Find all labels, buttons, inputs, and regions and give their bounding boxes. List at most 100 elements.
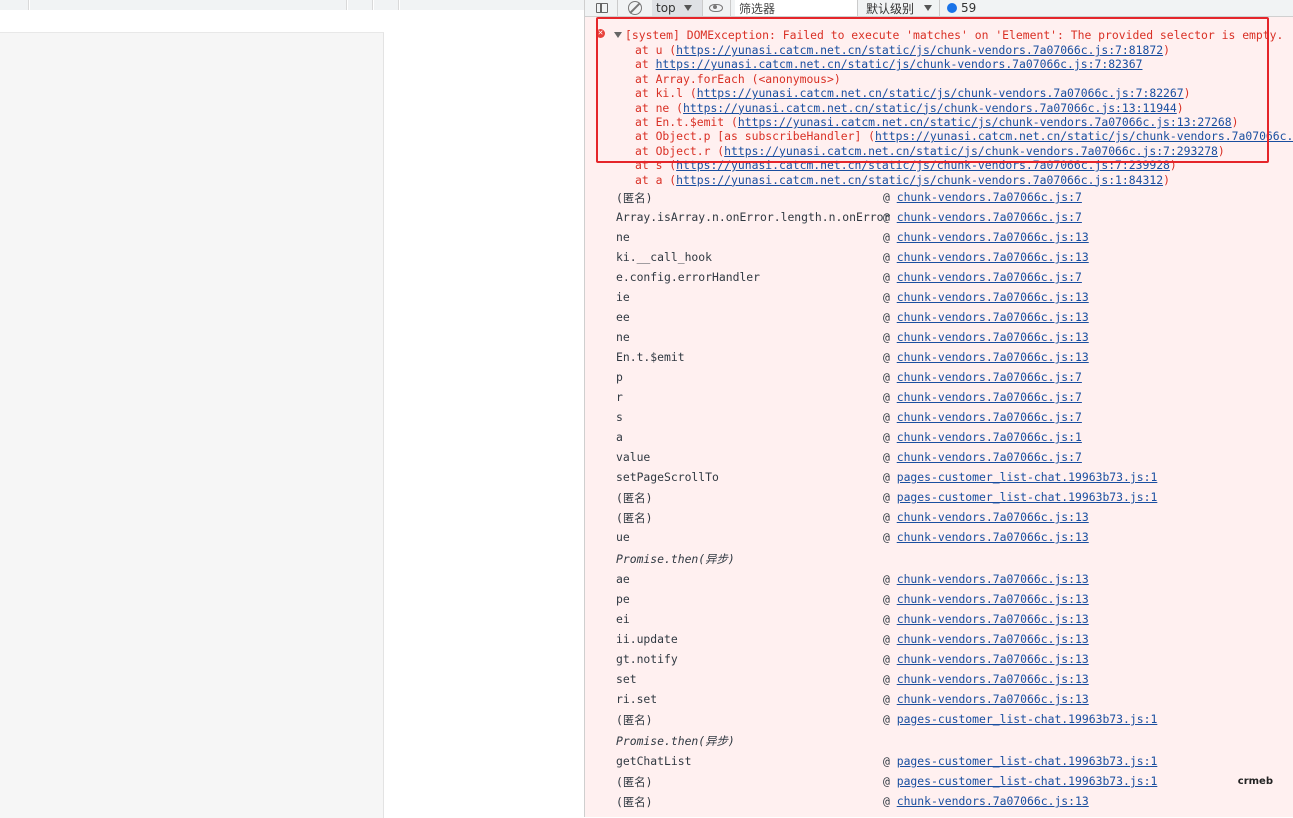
trace-function: at Object.p [as subscribeHandler] ( [635,129,876,144]
log-levels-dropdown[interactable]: 默认级别 [866,0,933,16]
at-symbol: @ [883,330,897,344]
stack-function-name: r [616,390,623,404]
trace-function: at Array.forEach (<anonymous>) [635,71,841,86]
trace-function: at En.t.$emit ( [635,115,738,129]
stack-source-link[interactable]: chunk-vendors.7a07066c.js:13 [897,632,1089,646]
trace-source-link[interactable]: https://yunasi.catcm.net.cn/static/js/ch… [676,173,1163,187]
trace-suffix: ) [1231,115,1239,129]
stack-source-link[interactable]: chunk-vendors.7a07066c.js:13 [897,290,1089,304]
filter-placeholder: 筛选器 [739,1,776,16]
chevron-down-icon [924,5,933,11]
stack-source-link[interactable]: chunk-vendors.7a07066c.js:7 [897,370,1082,384]
at-symbol: @ [883,190,897,204]
stack-function-name: a [616,430,623,444]
stack-location: @ pages-customer_list-chat.19963b73.js:1 [883,712,1157,726]
stack-function-name: s [616,410,623,424]
trace-source-link[interactable]: https://yunasi.catcm.net.cn/static/js/ch… [738,115,1232,129]
stack-source-link[interactable]: chunk-vendors.7a07066c.js:7 [897,270,1082,284]
page-tab[interactable] [0,0,29,10]
stack-source-link[interactable]: chunk-vendors.7a07066c.js:7 [897,390,1082,404]
stack-source-link[interactable]: pages-customer_list-chat.19963b73.js:1 [897,712,1158,726]
stack-source-link[interactable]: chunk-vendors.7a07066c.js:13 [897,350,1089,364]
filter-input[interactable]: 筛选器 [735,0,857,16]
stack-location: @ pages-customer_list-chat.19963b73.js:1 [883,754,1157,768]
stack-source-link[interactable]: chunk-vendors.7a07066c.js:13 [897,692,1089,706]
sidebar-icon [596,3,608,13]
at-symbol: @ [883,450,897,464]
stack-source-link[interactable]: chunk-vendors.7a07066c.js:13 [897,794,1089,808]
at-symbol: @ [883,712,897,726]
stack-source-link[interactable]: chunk-vendors.7a07066c.js:7 [897,450,1082,464]
stack-location: @ chunk-vendors.7a07066c.js:13 [883,250,1089,264]
page-preview [0,0,585,818]
stack-source-link[interactable]: chunk-vendors.7a07066c.js:13 [897,652,1089,666]
trace-source-link[interactable]: https://yunasi.catcm.net.cn/static/js/ch… [875,129,1293,143]
trace-source-link[interactable]: https://yunasi.catcm.net.cn/static/js/ch… [676,43,1163,57]
at-symbol: @ [883,774,897,788]
stack-source-link[interactable]: chunk-vendors.7a07066c.js:13 [897,612,1089,626]
at-symbol: @ [883,672,897,686]
stack-function-name: ri.set [616,692,658,706]
stack-source-link[interactable]: pages-customer_list-chat.19963b73.js:1 [897,470,1158,484]
trace-suffix: ) [1163,43,1170,57]
clear-icon [628,1,642,15]
stack-source-link[interactable]: chunk-vendors.7a07066c.js:13 [897,330,1089,344]
trace-source-link[interactable]: https://yunasi.catcm.net.cn/static/js/ch… [676,158,1170,172]
devtools-console: top 筛选器 默认级别 59 ✕ [system] DOMException:… [585,0,1293,817]
at-symbol: @ [883,270,897,284]
at-symbol: @ [883,692,897,706]
stack-location: @ chunk-vendors.7a07066c.js:13 [883,290,1089,304]
expand-triangle-icon[interactable] [614,32,622,38]
issues-count: 59 [961,1,977,15]
trace-line: at En.t.$emit (https://yunasi.catcm.net.… [635,115,1239,129]
stack-source-link[interactable]: chunk-vendors.7a07066c.js:1 [897,430,1082,444]
stack-source-link[interactable]: chunk-vendors.7a07066c.js:13 [897,572,1089,586]
live-expression-button[interactable] [709,0,723,16]
at-symbol: @ [883,430,897,444]
issues-counter[interactable]: 59 [947,0,976,16]
stack-function-name: ne [616,230,630,244]
at-symbol: @ [883,250,897,264]
at-symbol: @ [883,210,897,224]
toggle-sidebar-button[interactable] [596,0,608,16]
toolbar-divider [939,0,940,16]
page-tab[interactable] [30,0,347,10]
stack-source-link[interactable]: chunk-vendors.7a07066c.js:7 [897,410,1082,424]
stack-source-link[interactable]: chunk-vendors.7a07066c.js:13 [897,510,1089,524]
stack-source-link[interactable]: chunk-vendors.7a07066c.js:13 [897,310,1089,324]
toolbar-divider [857,0,858,16]
page-tab[interactable] [374,0,399,10]
stack-source-link[interactable]: pages-customer_list-chat.19963b73.js:1 [897,490,1158,504]
stack-function-name: value [616,450,651,464]
stack-source-link[interactable]: pages-customer_list-chat.19963b73.js:1 [897,774,1158,788]
stack-source-link[interactable]: chunk-vendors.7a07066c.js:7 [897,190,1082,204]
stack-source-link[interactable]: chunk-vendors.7a07066c.js:13 [897,592,1089,606]
trace-source-link[interactable]: https://yunasi.catcm.net.cn/static/js/ch… [656,57,1143,71]
page-tab[interactable] [400,0,585,10]
stack-location: @ chunk-vendors.7a07066c.js:7 [883,390,1082,404]
stack-source-link[interactable]: chunk-vendors.7a07066c.js:7 [897,210,1082,224]
at-symbol: @ [883,290,897,304]
at-symbol: @ [883,370,897,384]
context-selector[interactable]: top [652,0,702,16]
stack-location: @ chunk-vendors.7a07066c.js:13 [883,530,1089,544]
trace-line: at Array.forEach (<anonymous>) [635,72,841,86]
stack-source-link[interactable]: chunk-vendors.7a07066c.js:13 [897,530,1089,544]
at-symbol: @ [883,490,897,504]
at-symbol: @ [883,572,897,586]
stack-location: @ chunk-vendors.7a07066c.js:13 [883,794,1089,808]
page-tab[interactable] [348,0,373,10]
stack-source-link[interactable]: pages-customer_list-chat.19963b73.js:1 [897,754,1158,768]
stack-location: @ chunk-vendors.7a07066c.js:13 [883,612,1089,626]
clear-console-button[interactable] [628,0,642,16]
trace-source-link[interactable]: https://yunasi.catcm.net.cn/static/js/ch… [683,101,1177,115]
trace-source-link[interactable]: https://yunasi.catcm.net.cn/static/js/ch… [697,86,1184,100]
watermark-logo: crmeb [1237,776,1273,787]
stack-location: @ chunk-vendors.7a07066c.js:13 [883,592,1089,606]
stack-source-link[interactable]: chunk-vendors.7a07066c.js:13 [897,230,1089,244]
trace-source-link[interactable]: https://yunasi.catcm.net.cn/static/js/ch… [724,144,1218,158]
stack-source-link[interactable]: chunk-vendors.7a07066c.js:13 [897,250,1089,264]
at-symbol: @ [883,390,897,404]
stack-function-name: ue [616,530,630,544]
stack-source-link[interactable]: chunk-vendors.7a07066c.js:13 [897,672,1089,686]
